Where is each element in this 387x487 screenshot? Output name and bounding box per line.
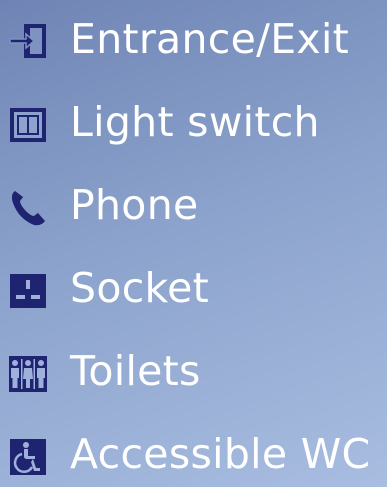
legend-label: Phone <box>70 181 199 229</box>
door-exit-icon <box>8 22 48 62</box>
legend-label: Entrance/Exit <box>70 15 350 63</box>
legend-item-light-switch: Light switch <box>0 93 387 153</box>
legend-item-phone: Phone <box>0 176 387 236</box>
legend-label: Socket <box>70 264 210 312</box>
wheelchair-icon <box>8 437 48 477</box>
light-switch-icon <box>8 105 48 145</box>
legend-item-accessible-wc: Accessible WC <box>0 425 387 485</box>
legend-item-entrance-exit: Entrance/Exit <box>0 10 387 70</box>
legend-label: Toilets <box>70 347 201 395</box>
legend-item-toilets: Toilets <box>0 342 387 402</box>
legend-item-socket: Socket <box>0 259 387 319</box>
symbol-legend: Entrance/Exit Light switch Phone Socket … <box>0 0 387 487</box>
socket-icon <box>8 271 48 311</box>
phone-icon <box>8 188 48 228</box>
toilets-icon <box>8 354 48 394</box>
legend-label: Accessible WC <box>70 430 371 478</box>
legend-label: Light switch <box>70 98 320 146</box>
